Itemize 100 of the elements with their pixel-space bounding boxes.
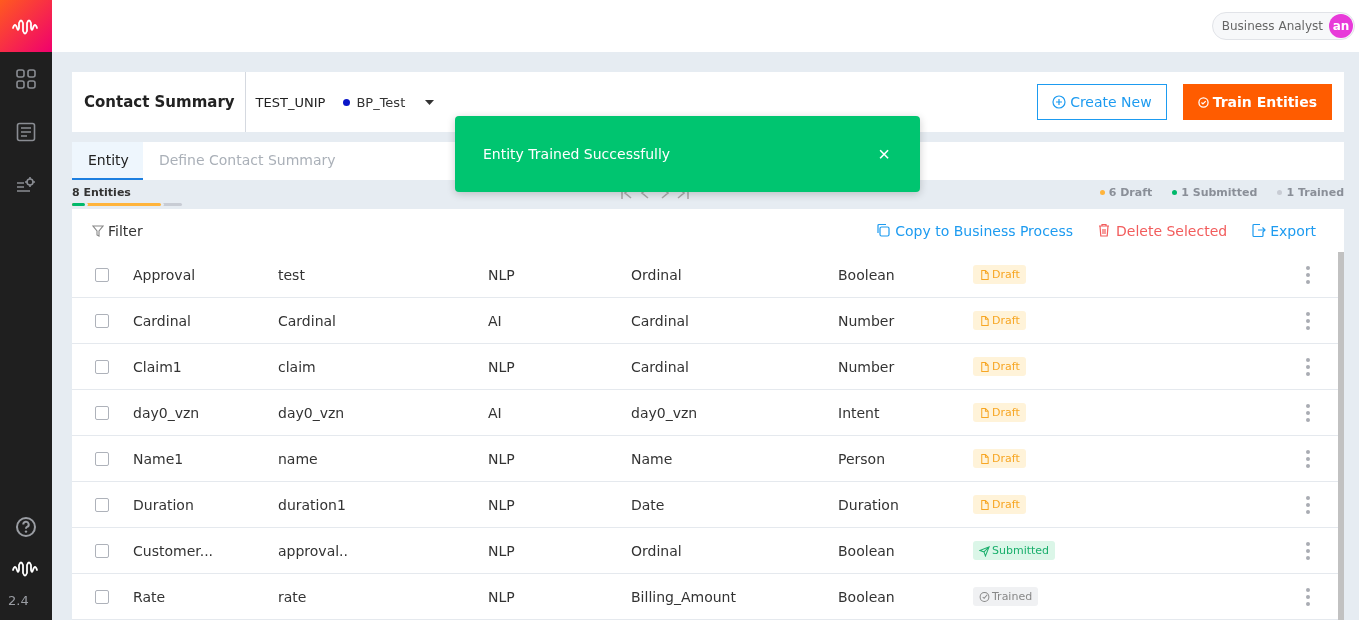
table-cell-text: test <box>278 266 306 283</box>
check-circle-icon <box>979 590 990 603</box>
user-role: Business Analyst <box>1221 19 1323 33</box>
process-dropdown[interactable]: BP_Test <box>343 94 435 110</box>
copy-icon <box>876 223 892 238</box>
table-cell-text: Customer... <box>133 542 215 559</box>
table-cell-text: NLP <box>488 496 516 513</box>
table-cell-text: Name <box>631 450 674 467</box>
version-label: 2.4 <box>7 593 29 608</box>
table-cell-text: Number <box>838 358 896 375</box>
user-chip[interactable]: Business Analyst an <box>1211 12 1355 40</box>
gear-list-icon[interactable] <box>16 174 36 195</box>
table-cell-text: Claim1 <box>133 358 183 375</box>
status-badge: Submitted <box>973 541 1056 560</box>
draft-icon <box>979 452 990 465</box>
table-cell-text: Person <box>838 450 887 467</box>
draft-icon <box>979 360 990 373</box>
row-checkbox[interactable] <box>95 313 109 328</box>
table-cell-text: NLP <box>488 358 516 375</box>
check-circle-icon <box>1197 96 1209 108</box>
table-cell-text: day0_vzn <box>133 404 201 421</box>
status-badge: Draft <box>973 311 1026 330</box>
table-cell-text: Date <box>631 496 666 513</box>
table-cell-text: Billing_Amount <box>631 588 737 605</box>
row-checkbox[interactable] <box>95 267 109 282</box>
table-cell-text: Boolean <box>838 588 896 605</box>
table-cell-text: Cardinal <box>631 312 690 329</box>
legend-label: 1 Submitted <box>1181 186 1258 199</box>
status-badge: Draft <box>973 265 1026 284</box>
table-cell-text: Approval <box>133 266 197 283</box>
table-cell-text: Cardinal <box>133 312 192 329</box>
draft-icon <box>979 268 990 281</box>
table-cell-text: Duration <box>838 496 900 513</box>
project-name: TEST_UNIP <box>255 94 326 110</box>
table-cell-text: Boolean <box>838 266 896 283</box>
help-icon[interactable] <box>15 515 37 538</box>
table-cell-text: rate <box>278 588 308 605</box>
avatar: an <box>1329 14 1353 38</box>
table-cell-text: Duration <box>133 496 195 513</box>
filter-icon <box>92 224 104 237</box>
table-cell-text: AI <box>488 312 503 329</box>
draft-icon <box>979 406 990 419</box>
train-button[interactable]: Train Entities <box>1182 84 1332 120</box>
plus-circle-icon <box>1052 95 1067 109</box>
kebab-menu-icon[interactable] <box>1306 265 1310 284</box>
filter-button[interactable]: Filter <box>92 222 143 239</box>
kebab-menu-icon[interactable] <box>1306 357 1310 376</box>
paper-plane-icon <box>979 544 990 557</box>
page-title: Contact Summary <box>83 93 236 111</box>
table-cell-text: AI <box>488 404 503 421</box>
table-cell-text: Cardinal <box>278 312 337 329</box>
export-action[interactable]: Export <box>1251 222 1316 239</box>
status-badge: Draft <box>973 449 1026 468</box>
tab[interactable]: Entity <box>72 142 143 180</box>
tab[interactable]: Define Contact Summary <box>142 142 350 180</box>
legend-label: 6 Draft <box>1108 186 1153 199</box>
table-cell-text: Number <box>838 312 896 329</box>
table-cell-text: Ordinal <box>631 542 683 559</box>
table-cell-text: Intent <box>838 404 881 421</box>
status-badge: Draft <box>973 403 1026 422</box>
status-badge: Draft <box>973 357 1026 376</box>
kebab-menu-icon[interactable] <box>1306 495 1310 514</box>
table-cell-text: Cardinal <box>631 358 690 375</box>
kebab-menu-icon[interactable] <box>1306 449 1310 468</box>
table-cell-text: Ordinal <box>631 266 683 283</box>
table-cell-text: Rate <box>133 588 167 605</box>
document-icon[interactable] <box>16 121 36 142</box>
kebab-menu-icon[interactable] <box>1306 587 1310 606</box>
row-checkbox[interactable] <box>95 497 109 512</box>
draft-icon <box>979 314 990 327</box>
toast-message: Entity Trained Successfully <box>483 146 671 162</box>
caret-icon <box>425 99 435 105</box>
export-icon <box>1251 223 1267 238</box>
kebab-menu-icon[interactable] <box>1306 403 1310 422</box>
kebab-menu-icon[interactable] <box>1306 541 1310 560</box>
table-cell-text: NLP <box>488 588 516 605</box>
kebab-menu-icon[interactable] <box>1306 311 1310 330</box>
scrollbar[interactable] <box>1338 252 1344 620</box>
row-checkbox[interactable] <box>95 359 109 374</box>
table-cell-text: NLP <box>488 450 516 467</box>
table-cell-text: duration1 <box>278 496 347 513</box>
table-cell-text: Name1 <box>133 450 185 467</box>
row-checkbox[interactable] <box>95 405 109 420</box>
legend-label: 1 Trained <box>1286 186 1344 199</box>
row-checkbox[interactable] <box>95 451 109 466</box>
copy-action[interactable]: Copy to Business Process <box>876 222 1074 239</box>
table-cell-text: NLP <box>488 266 516 283</box>
draft-icon <box>979 498 990 511</box>
table-cell-text: claim <box>278 358 317 375</box>
close-button[interactable]: × <box>874 142 894 166</box>
table-cell-text: day0_vzn <box>278 404 346 421</box>
logo-tile[interactable] <box>0 0 52 52</box>
table-cell-text: NLP <box>488 542 516 559</box>
row-checkbox[interactable] <box>95 589 109 604</box>
grid-icon[interactable] <box>16 68 36 89</box>
create-button[interactable]: Create New <box>1037 84 1167 120</box>
row-checkbox[interactable] <box>95 543 109 558</box>
delete-action[interactable]: Delete Selected <box>1097 222 1228 239</box>
status-badge: Draft <box>973 495 1026 514</box>
status-badge: Trained <box>973 587 1039 606</box>
